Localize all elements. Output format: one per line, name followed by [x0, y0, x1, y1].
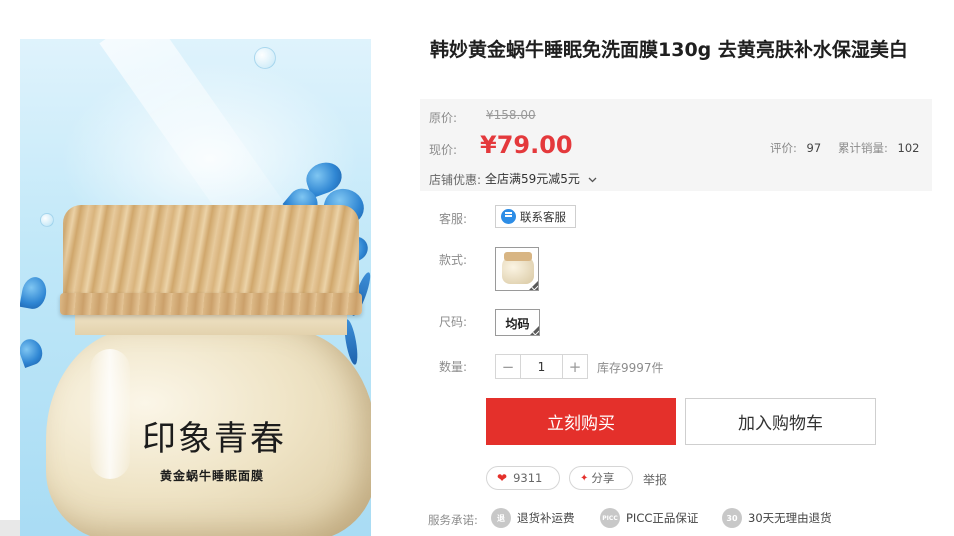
- quantity-stepper: − +: [495, 354, 588, 379]
- favorite-count: 9311: [513, 471, 543, 485]
- service-item-text: PICC正品保证: [626, 511, 699, 525]
- share-label: 分享: [591, 471, 615, 485]
- contact-service-label: 联系客服: [520, 209, 566, 224]
- jar-lid-rim: [60, 293, 362, 315]
- chevron-down-icon: [588, 177, 597, 182]
- service-label: 客服:: [439, 212, 468, 226]
- reviews-stat[interactable]: 评价: 97: [770, 140, 821, 156]
- favorite-button[interactable]: ❤ 9311: [486, 466, 560, 490]
- promo-label: 店铺优惠:: [429, 173, 482, 187]
- promo-dropdown[interactable]: 全店满59元减5元: [485, 170, 597, 187]
- reviews-count: 97: [806, 141, 822, 155]
- original-price-label: 原价:: [429, 111, 458, 125]
- reviews-label: 评价:: [770, 141, 797, 155]
- quantity-decrease-button[interactable]: −: [496, 355, 520, 378]
- original-price: ¥158.00: [486, 108, 536, 122]
- jar-subtitle-text: 黄金蜗牛睡眠面膜: [159, 469, 264, 483]
- blue-flower: [20, 336, 46, 368]
- jar-thumbnail-lid: [504, 252, 532, 261]
- size-label: 尺码:: [439, 315, 468, 329]
- water-drop: [40, 213, 54, 227]
- buy-now-button[interactable]: 立刻购买: [486, 398, 676, 445]
- return-30-days-icon: 30: [722, 508, 742, 528]
- picc-icon: PICC: [600, 508, 620, 528]
- product-main-image[interactable]: 印象青春 黄金蜗牛睡眠面膜: [20, 39, 371, 536]
- sales-stat: 累计销量: 102: [838, 140, 919, 156]
- quantity-input[interactable]: [520, 355, 563, 378]
- share-icon: ✦: [580, 472, 589, 484]
- promo-value: 全店满59元减5元: [485, 172, 580, 186]
- current-price-label: 现价:: [429, 143, 458, 157]
- share-button[interactable]: ✦ 分享: [569, 466, 633, 490]
- jar-neck: [75, 313, 347, 335]
- quantity-label: 数量:: [439, 360, 468, 374]
- quantity-increase-button[interactable]: +: [563, 355, 587, 378]
- current-price: ¥79.00: [480, 131, 573, 159]
- service-item-text: 退货补运费: [517, 511, 575, 525]
- service-item-return-shipping[interactable]: 退 退货补运费: [491, 508, 575, 528]
- style-label: 款式:: [439, 253, 468, 267]
- return-shipping-icon: 退: [491, 508, 511, 528]
- sales-label: 累计销量:: [838, 141, 888, 155]
- chat-icon: [501, 209, 516, 224]
- product-title: 韩妙黄金蜗牛睡眠免洗面膜130g 去黄亮肤补水保湿美白: [430, 39, 908, 61]
- size-option[interactable]: 均码: [495, 309, 540, 336]
- service-item-text: 30天无理由退货: [748, 511, 832, 525]
- service-item-picc[interactable]: PICC PICC正品保证: [600, 508, 698, 528]
- service-promise-label: 服务承诺:: [428, 513, 478, 527]
- stock-text: 库存9997件: [597, 361, 664, 375]
- add-to-cart-button[interactable]: 加入购物车: [685, 398, 876, 445]
- selected-check-icon: [530, 326, 539, 335]
- service-item-30-day-return[interactable]: 30 30天无理由退货: [722, 508, 832, 528]
- page-divider: [0, 520, 20, 536]
- price-panel: 原价: ¥158.00 现价: ¥79.00 评价: 97 累计销量: 102 …: [420, 99, 932, 191]
- sales-count: 102: [897, 141, 920, 155]
- heart-icon: ❤: [497, 471, 508, 485]
- report-link[interactable]: 举报: [643, 471, 667, 488]
- blue-flower: [20, 275, 49, 311]
- style-option-jar[interactable]: [495, 247, 539, 291]
- water-drop: [254, 47, 276, 69]
- contact-service-button[interactable]: 联系客服: [495, 205, 576, 228]
- selected-check-icon: [529, 281, 538, 290]
- jar-brand-text: 印象青春: [142, 419, 286, 459]
